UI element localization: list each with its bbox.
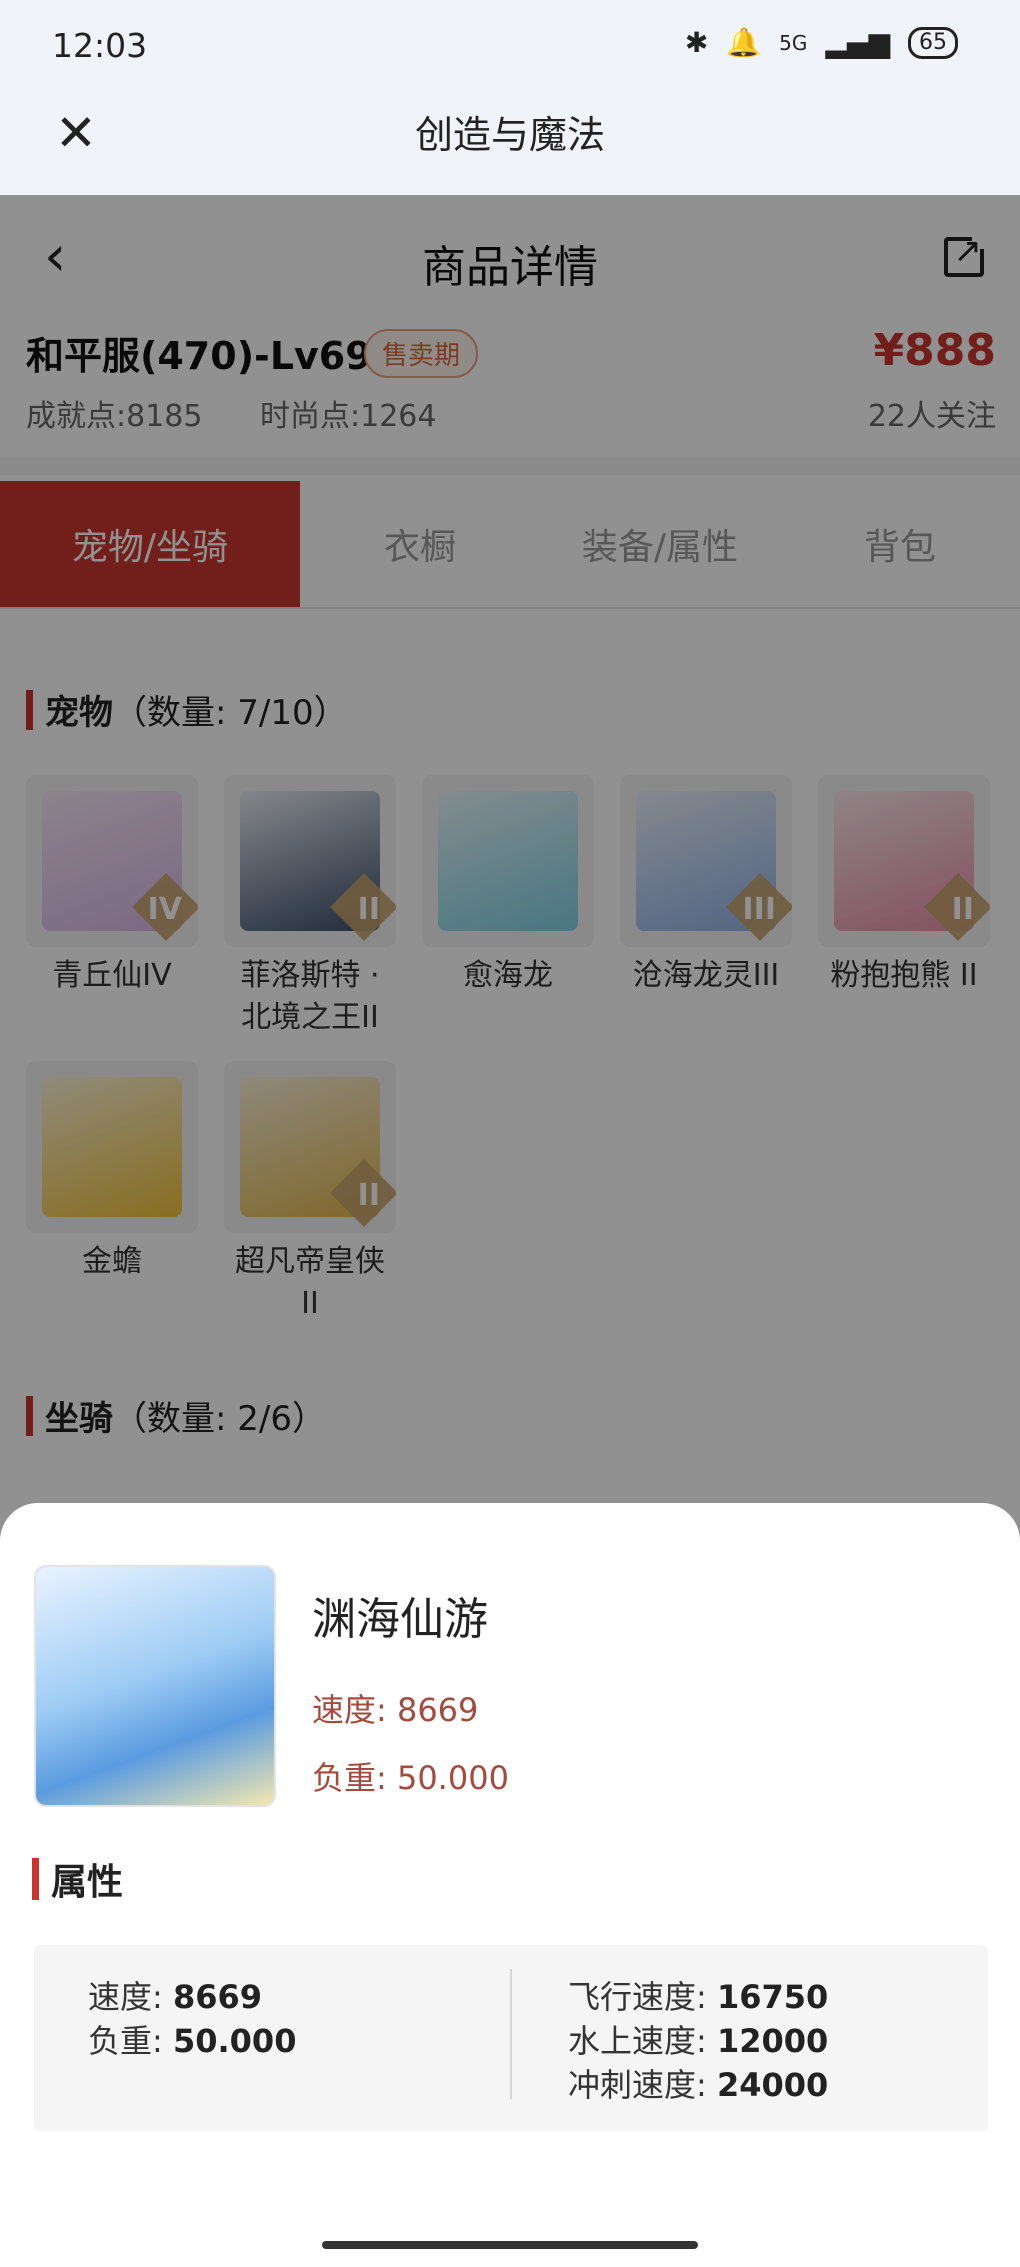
status-icons: ✱ 🔔 5G ▂▄▆ 65 bbox=[685, 26, 958, 59]
app-header: ✕ 创造与魔法 bbox=[0, 85, 1020, 195]
attr-value: 16750 bbox=[716, 1978, 829, 2016]
attr-value: 50.000 bbox=[172, 2022, 297, 2060]
app-title: 创造与魔法 bbox=[414, 113, 605, 157]
attributes-title: 属性 bbox=[51, 1862, 124, 1903]
mount-image bbox=[34, 1565, 276, 1807]
attr-label: 负重: bbox=[88, 2022, 163, 2060]
attr-value: 12000 bbox=[716, 2022, 829, 2060]
attr-label: 冲刺速度: bbox=[568, 2066, 707, 2104]
attr-row: 负重: 50.000 bbox=[88, 2019, 296, 2063]
attr-row: 速度: 8669 bbox=[88, 1975, 296, 2019]
battery-level: 65 bbox=[919, 29, 947, 55]
attr-label: 水上速度: bbox=[568, 2022, 707, 2060]
status-bar: 12:03 ✱ 🔔 5G ▂▄▆ 65 bbox=[0, 0, 1020, 85]
attr-row: 冲刺速度: 24000 bbox=[568, 2063, 828, 2107]
attributes-right: 飞行速度: 16750 水上速度: 12000 冲刺速度: 24000 bbox=[568, 1975, 828, 2107]
attr-row: 飞行速度: 16750 bbox=[568, 1975, 828, 2019]
attr-label: 飞行速度: bbox=[568, 1978, 707, 2016]
mount-speed: 速度: 8669 bbox=[312, 1691, 479, 1729]
battery-icon: 65 bbox=[908, 26, 958, 59]
attr-label: 速度: bbox=[88, 1978, 163, 2016]
mount-load: 负重: 50.000 bbox=[312, 1759, 509, 1797]
attr-row: 水上速度: 12000 bbox=[568, 2019, 828, 2063]
mount-name: 渊海仙游 bbox=[312, 1594, 488, 1645]
attributes-left: 速度: 8669 负重: 50.000 bbox=[88, 1975, 296, 2063]
home-indicator[interactable] bbox=[322, 2241, 698, 2249]
attributes-header: 属性 bbox=[32, 1853, 123, 1905]
section-marker bbox=[32, 1858, 39, 1900]
bell-icon: 🔔 bbox=[726, 26, 762, 59]
attributes-panel: 速度: 8669 负重: 50.000 飞行速度: 16750 水上速度: 12… bbox=[34, 1945, 988, 2131]
mount-detail-sheet: 渊海仙游 速度: 8669 负重: 50.000 属性 速度: 8669 负重:… bbox=[0, 1503, 1020, 2267]
bluetooth-icon: ✱ bbox=[684, 26, 709, 59]
attributes-divider bbox=[510, 1969, 512, 2099]
attr-value: 24000 bbox=[716, 2066, 829, 2104]
network-label: 5G bbox=[779, 30, 808, 55]
status-time: 12:03 bbox=[52, 26, 148, 65]
attr-value: 8669 bbox=[172, 1978, 263, 2016]
signal-icon: ▂▄▆ bbox=[825, 26, 890, 59]
